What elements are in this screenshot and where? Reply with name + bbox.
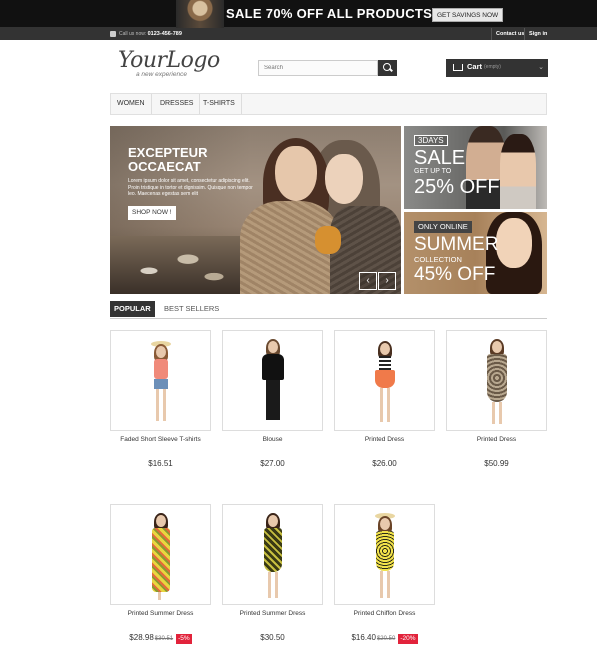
cart-icon	[453, 64, 463, 71]
product-name[interactable]: Printed Summer Dress	[210, 610, 335, 617]
product-image[interactable]	[334, 504, 435, 605]
logo[interactable]: YourLogo a new experience	[118, 50, 228, 80]
product-price: $26.00	[322, 459, 447, 468]
price-current: $26.00	[372, 459, 397, 468]
banner-subheading: COLLECTION	[414, 255, 462, 264]
product-name[interactable]: Blouse	[210, 436, 335, 443]
banner-tag: ONLY ONLINE	[414, 221, 472, 233]
cart-button[interactable]: Cart (empty) ⌄	[446, 59, 548, 77]
promo-headline: SALE 70% OFF ALL PRODUCTS	[226, 6, 433, 21]
banner-heading: SUMMER	[414, 234, 499, 255]
product-image[interactable]	[222, 504, 323, 605]
product-image[interactable]	[222, 330, 323, 431]
product-image[interactable]	[334, 330, 435, 431]
banner-discount: 25% OFF	[414, 176, 500, 198]
banner-discount: 45% OFF	[414, 264, 496, 285]
hero-slider[interactable]: EXCEPTEUR OCCAECAT Lorem ipsum dolor sit…	[110, 126, 401, 294]
sale-banner[interactable]: 3DAYS SALE GET UP TO 25% OFF	[404, 126, 547, 209]
product-price: $27.00	[210, 459, 335, 468]
discount-badge: -5%	[176, 634, 192, 644]
get-savings-button[interactable]: GET SAVINGS NOW	[432, 8, 504, 22]
search-input[interactable]	[258, 60, 378, 76]
call-label: Call us now:	[119, 31, 147, 37]
discount-badge: -20%	[398, 634, 418, 644]
promo-model-image	[176, 0, 224, 28]
contact-us-link[interactable]: Contact us	[491, 28, 528, 40]
hero-foliage	[110, 236, 240, 294]
promo-banner[interactable]: SALE 70% OFF ALL PRODUCTS GET SAVINGS NO…	[0, 0, 597, 28]
chevron-down-icon: ⌄	[538, 64, 544, 71]
banner-tag: 3DAYS	[414, 135, 448, 146]
product-name[interactable]: Faded Short Sleeve T-shirts	[98, 436, 223, 443]
banner-model-face	[496, 218, 532, 268]
menu-item-women[interactable]: WOMEN	[111, 94, 152, 114]
hero-model-face	[275, 146, 317, 201]
shop-now-button[interactable]: SHOP NOW !	[128, 206, 176, 220]
tab-popular[interactable]: POPULAR	[110, 301, 155, 317]
slider-next-button[interactable]: ›	[378, 272, 396, 290]
hero-mitten	[315, 226, 341, 254]
hero-title: EXCEPTEUR OCCAECAT	[128, 145, 208, 174]
product-price: $28.98$30.51 -5%	[98, 633, 223, 644]
tab-divider	[110, 318, 547, 319]
top-nav-bar: Call us now: 0123-456-789 Contact us Sig…	[0, 28, 597, 40]
tab-best-sellers[interactable]: BEST SELLERS	[164, 301, 219, 317]
price-old: $20.50	[376, 636, 396, 642]
price-current: $27.00	[260, 459, 285, 468]
product-price: $16.40$20.50 -20%	[322, 633, 447, 644]
product-price: $16.51	[98, 459, 223, 468]
slider-prev-button[interactable]: ‹	[359, 272, 377, 290]
menu-item-tshirts[interactable]: T-SHIRTS	[197, 94, 242, 114]
banner-subheading: GET UP TO	[414, 168, 452, 175]
product-name[interactable]: Printed Chiffon Dress	[322, 610, 447, 617]
product-price: $50.99	[434, 459, 559, 468]
price-current: $16.40	[351, 633, 376, 642]
product-name[interactable]: Printed Dress	[434, 436, 559, 443]
price-current: $16.51	[148, 459, 173, 468]
product-image[interactable]	[110, 330, 211, 431]
cart-label: Cart	[467, 62, 483, 71]
banner-heading: SALE	[414, 147, 466, 169]
menu-item-dresses[interactable]: DRESSES	[154, 94, 201, 114]
summer-banner[interactable]: ONLY ONLINE SUMMER COLLECTION 45% OFF	[404, 212, 547, 294]
price-old: $30.51	[154, 636, 174, 642]
chevron-left-icon: ‹	[366, 275, 370, 286]
product-name[interactable]: Printed Dress	[322, 436, 447, 443]
product-image[interactable]	[446, 330, 547, 431]
search-button[interactable]	[378, 60, 397, 76]
price-current: $30.50	[260, 633, 285, 642]
phone-number: 0123-456-789	[147, 31, 182, 37]
logo-tagline: a new experience	[136, 71, 187, 78]
chevron-right-icon: ›	[385, 275, 389, 286]
product-name[interactable]: Printed Summer Dress	[98, 610, 223, 617]
product-image[interactable]	[110, 504, 211, 605]
sign-in-link[interactable]: Sign in	[524, 28, 551, 40]
logo-text: YourLogo	[118, 48, 220, 73]
product-price: $30.50	[210, 633, 335, 642]
hero-text: Lorem ipsum dolor sit amet, consectetur …	[128, 178, 253, 197]
main-menu: WOMEN DRESSES T-SHIRTS	[110, 93, 547, 115]
hero-model-face-2	[325, 154, 363, 204]
cart-status: (empty)	[484, 64, 501, 70]
phone-icon	[110, 30, 116, 37]
phone-info: Call us now: 0123-456-789	[110, 29, 182, 39]
price-current: $28.98	[129, 633, 154, 642]
price-current: $50.99	[484, 459, 509, 468]
banner-model-woman	[500, 134, 536, 209]
